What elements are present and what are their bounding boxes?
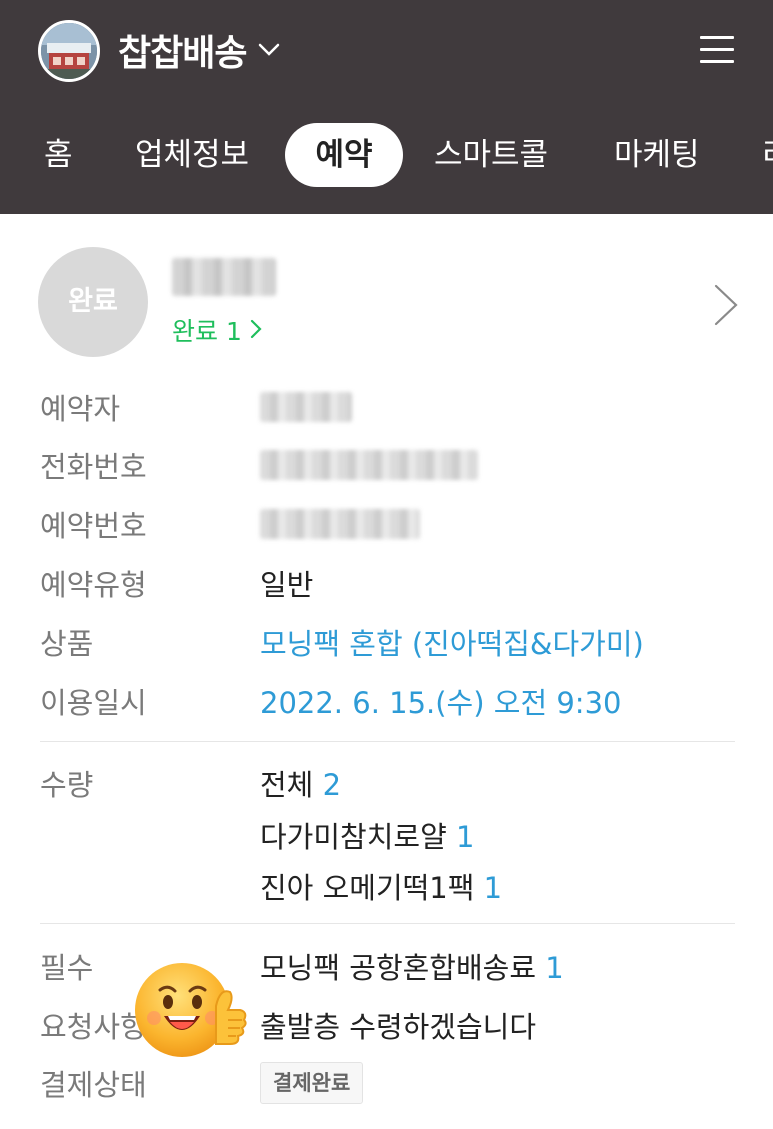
payment-label: 결제상태: [40, 1068, 147, 1102]
quantity-item-count: 1: [455, 820, 475, 854]
quantity-item: 다가미참치로얄 1: [260, 814, 474, 856]
required-label: 필수: [40, 951, 94, 985]
main-tab-bar: 홈 업체정보 예약 스마트콜 마케팅 리: [0, 120, 773, 190]
phone-row: 전화번호: [40, 444, 740, 494]
product-row: 상품 모닝팩 혼합 (진아떡집&다가미): [40, 621, 740, 671]
reservation-type-label: 예약유형: [40, 568, 147, 602]
store-selector[interactable]: 찹찹배송: [118, 26, 280, 74]
quantity-item-name: 전체: [260, 768, 314, 802]
quantity-label: 수량: [40, 768, 94, 802]
booker-label: 예약자: [40, 392, 121, 426]
quantity-item-count: 2: [322, 768, 342, 802]
quantity-item-name: 다가미참치로얄: [260, 820, 447, 854]
quantity-item: 진아 오메기떡1팩 1: [260, 865, 502, 907]
required-item: 모닝팩 공항혼합배송료 1: [260, 945, 564, 987]
reservation-type-value: 일반: [260, 568, 314, 602]
datetime-link[interactable]: 2022. 6. 15.(수) 오전 9:30: [260, 680, 621, 722]
chevron-right-icon[interactable]: [712, 282, 740, 332]
phone-value-redacted: [260, 450, 478, 480]
payment-row: 결제상태 결제완료: [40, 1062, 740, 1112]
completed-count-link[interactable]: 완료 1: [172, 312, 262, 348]
reservation-number-label: 예약번호: [40, 509, 147, 543]
quantity-item-name: 진아 오메기떡1팩: [260, 871, 475, 905]
reservation-type-row: 예약유형 일반: [40, 562, 740, 612]
quantity-item-count: 1: [483, 871, 503, 905]
tab-more[interactable]: 리: [762, 120, 773, 190]
required-item-count: 1: [545, 951, 564, 985]
app-header: 찹찹배송 홈 업체정보 예약 스마트콜 마케팅 리: [0, 0, 773, 214]
payment-status-badge: 결제완료: [260, 1062, 364, 1104]
completed-count-label: 완료 1: [172, 317, 242, 346]
chevron-right-small-icon: [250, 316, 262, 345]
product-link[interactable]: 모닝팩 혼합 (진아떡집&다가미): [260, 621, 644, 663]
tab-marketing[interactable]: 마케팅: [614, 120, 700, 190]
reservation-number-row: 예약번호: [40, 503, 740, 553]
reservation-status-circle: 완료: [38, 247, 148, 357]
store-name: 찹찹배송: [118, 33, 247, 74]
customer-name-redacted: [172, 258, 276, 296]
tab-reservation[interactable]: 예약: [285, 123, 403, 187]
phone-label: 전화번호: [40, 450, 147, 484]
divider: [40, 923, 735, 924]
hamburger-menu-icon[interactable]: [698, 32, 738, 68]
quantity-row: 수량 전체 2: [40, 762, 740, 812]
quantity-item-row: 진아 오메기떡1팩 1: [40, 865, 740, 915]
divider: [40, 741, 735, 742]
thumbs-up-emoji-icon: [134, 960, 250, 1060]
request-label: 요청사항: [40, 1010, 147, 1044]
reservation-number-redacted: [260, 509, 420, 539]
product-label: 상품: [40, 627, 94, 661]
required-item-name: 모닝팩 공항혼합배송료: [260, 951, 537, 985]
chevron-down-icon: [258, 43, 280, 57]
store-logo-avatar[interactable]: [38, 20, 100, 82]
tab-home[interactable]: 홈: [44, 120, 73, 190]
quantity-item-row: 다가미참치로얄 1: [40, 814, 740, 864]
datetime-row: 이용일시 2022. 6. 15.(수) 오전 9:30: [40, 680, 740, 730]
quantity-total: 전체 2: [260, 762, 341, 804]
booker-value-redacted: [260, 392, 352, 422]
request-value: 출발층 수령하겠습니다: [260, 1010, 537, 1044]
tab-business-info[interactable]: 업체정보: [135, 120, 249, 190]
datetime-label: 이용일시: [40, 686, 147, 720]
booker-row: 예약자: [40, 386, 740, 436]
tab-smartcall[interactable]: 스마트콜: [434, 120, 548, 190]
